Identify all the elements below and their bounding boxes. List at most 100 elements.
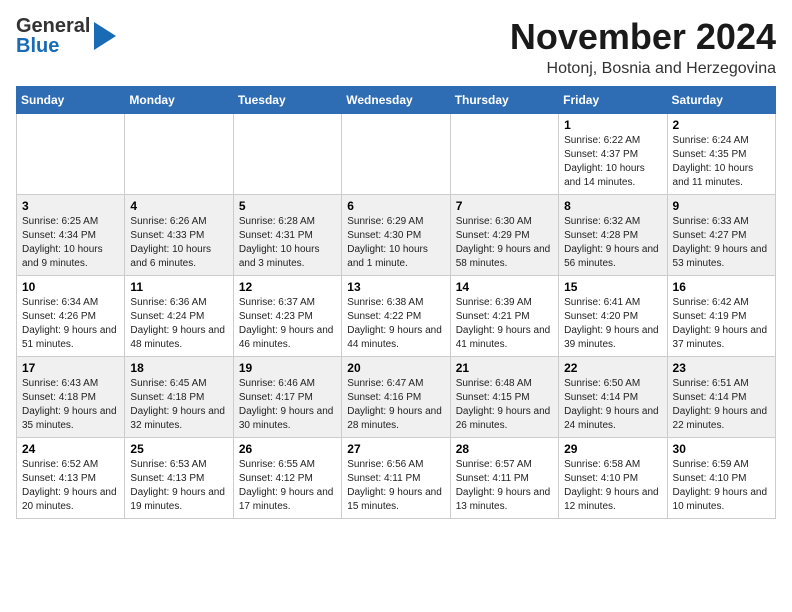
calendar-cell: 2 Sunrise: 6:24 AM Sunset: 4:35 PM Daylig… — [667, 114, 775, 195]
day-number: 30 — [673, 442, 770, 456]
calendar-cell: 5 Sunrise: 6:28 AM Sunset: 4:31 PM Daylig… — [233, 195, 341, 276]
day-number: 11 — [130, 280, 227, 294]
calendar-cell: 11 Sunrise: 6:36 AM Sunset: 4:24 PM Dayli… — [125, 276, 233, 357]
day-header-thursday: Thursday — [450, 87, 558, 114]
title-area: November 2024 Hotonj, Bosnia and Herzego… — [510, 16, 776, 78]
day-number: 12 — [239, 280, 336, 294]
day-info: Sunrise: 6:51 AM Sunset: 4:14 PM Dayligh… — [673, 377, 770, 433]
header: General Blue November 2024 Hotonj, Bosni… — [16, 16, 776, 78]
day-number: 15 — [564, 280, 661, 294]
calendar-week-row: 10 Sunrise: 6:34 AM Sunset: 4:26 PM Dayli… — [17, 276, 776, 357]
day-number: 22 — [564, 361, 661, 375]
day-number: 4 — [130, 199, 227, 213]
day-info: Sunrise: 6:41 AM Sunset: 4:20 PM Dayligh… — [564, 296, 661, 352]
calendar-cell: 7 Sunrise: 6:30 AM Sunset: 4:29 PM Daylig… — [450, 195, 558, 276]
day-header-sunday: Sunday — [17, 87, 125, 114]
calendar-cell: 28Sunrise: 6:57 AM Sunset: 4:11 PM Dayli… — [450, 438, 558, 519]
calendar-cell: 12 Sunrise: 6:37 AM Sunset: 4:23 PM Dayli… — [233, 276, 341, 357]
day-number: 10 — [22, 280, 119, 294]
day-number: 18 — [130, 361, 227, 375]
day-info: Sunrise: 6:45 AM Sunset: 4:18 PM Dayligh… — [130, 377, 227, 433]
day-info: Sunrise: 6:47 AM Sunset: 4:16 PM Dayligh… — [347, 377, 444, 433]
day-number: 29 — [564, 442, 661, 456]
day-number: 24 — [22, 442, 119, 456]
calendar-cell: 27 Sunrise: 6:56 AM Sunset: 4:11 PM Dayli… — [342, 438, 450, 519]
calendar-cell: 4 Sunrise: 6:26 AM Sunset: 4:33 PM Daylig… — [125, 195, 233, 276]
day-info: Sunrise: 6:55 AM Sunset: 4:12 PM Dayligh… — [239, 458, 336, 514]
day-info: Sunrise: 6:42 AM Sunset: 4:19 PM Dayligh… — [673, 296, 770, 352]
calendar-cell — [450, 114, 558, 195]
calendar-cell: 17Sunrise: 6:43 AM Sunset: 4:18 PM Dayli… — [17, 357, 125, 438]
calendar-cell: 8 Sunrise: 6:32 AM Sunset: 4:28 PM Daylig… — [559, 195, 667, 276]
calendar-cell: 19 Sunrise: 6:46 AM Sunset: 4:17 PM Dayli… — [233, 357, 341, 438]
day-number: 20 — [347, 361, 444, 375]
day-info: Sunrise: 6:37 AM Sunset: 4:23 PM Dayligh… — [239, 296, 336, 352]
day-info: Sunrise: 6:30 AM Sunset: 4:29 PM Dayligh… — [456, 215, 553, 271]
calendar-cell: 24Sunrise: 6:52 AM Sunset: 4:13 PM Dayli… — [17, 438, 125, 519]
day-number: 21 — [456, 361, 553, 375]
day-number: 16 — [673, 280, 770, 294]
logo-blue: Blue — [16, 36, 90, 56]
day-number: 9 — [673, 199, 770, 213]
day-number: 28 — [456, 442, 553, 456]
day-info: Sunrise: 6:26 AM Sunset: 4:33 PM Dayligh… — [130, 215, 227, 271]
logo-text: General Blue — [16, 16, 90, 56]
day-info: Sunrise: 6:24 AM Sunset: 4:35 PM Dayligh… — [673, 134, 770, 190]
calendar-cell: 25 Sunrise: 6:53 AM Sunset: 4:13 PM Dayli… — [125, 438, 233, 519]
calendar-cell: 10 Sunrise: 6:34 AM Sunset: 4:26 PM Dayli… — [17, 276, 125, 357]
calendar-cell: 20 Sunrise: 6:47 AM Sunset: 4:16 PM Dayli… — [342, 357, 450, 438]
calendar-cell — [342, 114, 450, 195]
day-info: Sunrise: 6:28 AM Sunset: 4:31 PM Dayligh… — [239, 215, 336, 271]
logo-general: General — [16, 16, 90, 36]
day-number: 6 — [347, 199, 444, 213]
calendar-cell: 23 Sunrise: 6:51 AM Sunset: 4:14 PM Dayli… — [667, 357, 775, 438]
day-info: Sunrise: 6:32 AM Sunset: 4:28 PM Dayligh… — [564, 215, 661, 271]
day-header-tuesday: Tuesday — [233, 87, 341, 114]
calendar-cell: 22Sunrise: 6:50 AM Sunset: 4:14 PM Dayli… — [559, 357, 667, 438]
day-info: Sunrise: 6:39 AM Sunset: 4:21 PM Dayligh… — [456, 296, 553, 352]
calendar-week-row: 3Sunrise: 6:25 AM Sunset: 4:34 PM Daylig… — [17, 195, 776, 276]
calendar-week-row: 1 Sunrise: 6:22 AM Sunset: 4:37 PM Daylig… — [17, 114, 776, 195]
day-info: Sunrise: 6:36 AM Sunset: 4:24 PM Dayligh… — [130, 296, 227, 352]
calendar-cell: 14 Sunrise: 6:39 AM Sunset: 4:21 PM Dayli… — [450, 276, 558, 357]
day-info: Sunrise: 6:43 AM Sunset: 4:18 PM Dayligh… — [22, 377, 119, 433]
calendar-cell — [125, 114, 233, 195]
calendar-cell: 3Sunrise: 6:25 AM Sunset: 4:34 PM Daylig… — [17, 195, 125, 276]
calendar-week-row: 24Sunrise: 6:52 AM Sunset: 4:13 PM Dayli… — [17, 438, 776, 519]
day-info: Sunrise: 6:56 AM Sunset: 4:11 PM Dayligh… — [347, 458, 444, 514]
day-number: 7 — [456, 199, 553, 213]
day-number: 1 — [564, 118, 661, 132]
calendar-cell: 30 Sunrise: 6:59 AM Sunset: 4:10 PM Dayli… — [667, 438, 775, 519]
day-info: Sunrise: 6:48 AM Sunset: 4:15 PM Dayligh… — [456, 377, 553, 433]
day-info: Sunrise: 6:59 AM Sunset: 4:10 PM Dayligh… — [673, 458, 770, 514]
day-info: Sunrise: 6:34 AM Sunset: 4:26 PM Dayligh… — [22, 296, 119, 352]
day-number: 23 — [673, 361, 770, 375]
day-number: 14 — [456, 280, 553, 294]
day-number: 19 — [239, 361, 336, 375]
day-number: 27 — [347, 442, 444, 456]
calendar-cell: 6 Sunrise: 6:29 AM Sunset: 4:30 PM Daylig… — [342, 195, 450, 276]
calendar-cell: 21 Sunrise: 6:48 AM Sunset: 4:15 PM Dayli… — [450, 357, 558, 438]
logo: General Blue — [16, 16, 116, 56]
day-info: Sunrise: 6:53 AM Sunset: 4:13 PM Dayligh… — [130, 458, 227, 514]
day-number: 5 — [239, 199, 336, 213]
day-number: 25 — [130, 442, 227, 456]
day-header-saturday: Saturday — [667, 87, 775, 114]
day-info: Sunrise: 6:22 AM Sunset: 4:37 PM Dayligh… — [564, 134, 661, 190]
day-info: Sunrise: 6:33 AM Sunset: 4:27 PM Dayligh… — [673, 215, 770, 271]
calendar-cell: 9 Sunrise: 6:33 AM Sunset: 4:27 PM Daylig… — [667, 195, 775, 276]
day-number: 2 — [673, 118, 770, 132]
day-info: Sunrise: 6:29 AM Sunset: 4:30 PM Dayligh… — [347, 215, 444, 271]
calendar-header-row: SundayMondayTuesdayWednesdayThursdayFrid… — [17, 87, 776, 114]
calendar-week-row: 17Sunrise: 6:43 AM Sunset: 4:18 PM Dayli… — [17, 357, 776, 438]
calendar-cell: 16 Sunrise: 6:42 AM Sunset: 4:19 PM Dayli… — [667, 276, 775, 357]
calendar-table: SundayMondayTuesdayWednesdayThursdayFrid… — [16, 86, 776, 519]
day-info: Sunrise: 6:58 AM Sunset: 4:10 PM Dayligh… — [564, 458, 661, 514]
day-number: 8 — [564, 199, 661, 213]
calendar-cell — [233, 114, 341, 195]
calendar-cell: 13Sunrise: 6:38 AM Sunset: 4:22 PM Dayli… — [342, 276, 450, 357]
day-info: Sunrise: 6:46 AM Sunset: 4:17 PM Dayligh… — [239, 377, 336, 433]
calendar-cell: 15 Sunrise: 6:41 AM Sunset: 4:20 PM Dayli… — [559, 276, 667, 357]
calendar-cell: 1 Sunrise: 6:22 AM Sunset: 4:37 PM Daylig… — [559, 114, 667, 195]
calendar-cell: 29 Sunrise: 6:58 AM Sunset: 4:10 PM Dayli… — [559, 438, 667, 519]
